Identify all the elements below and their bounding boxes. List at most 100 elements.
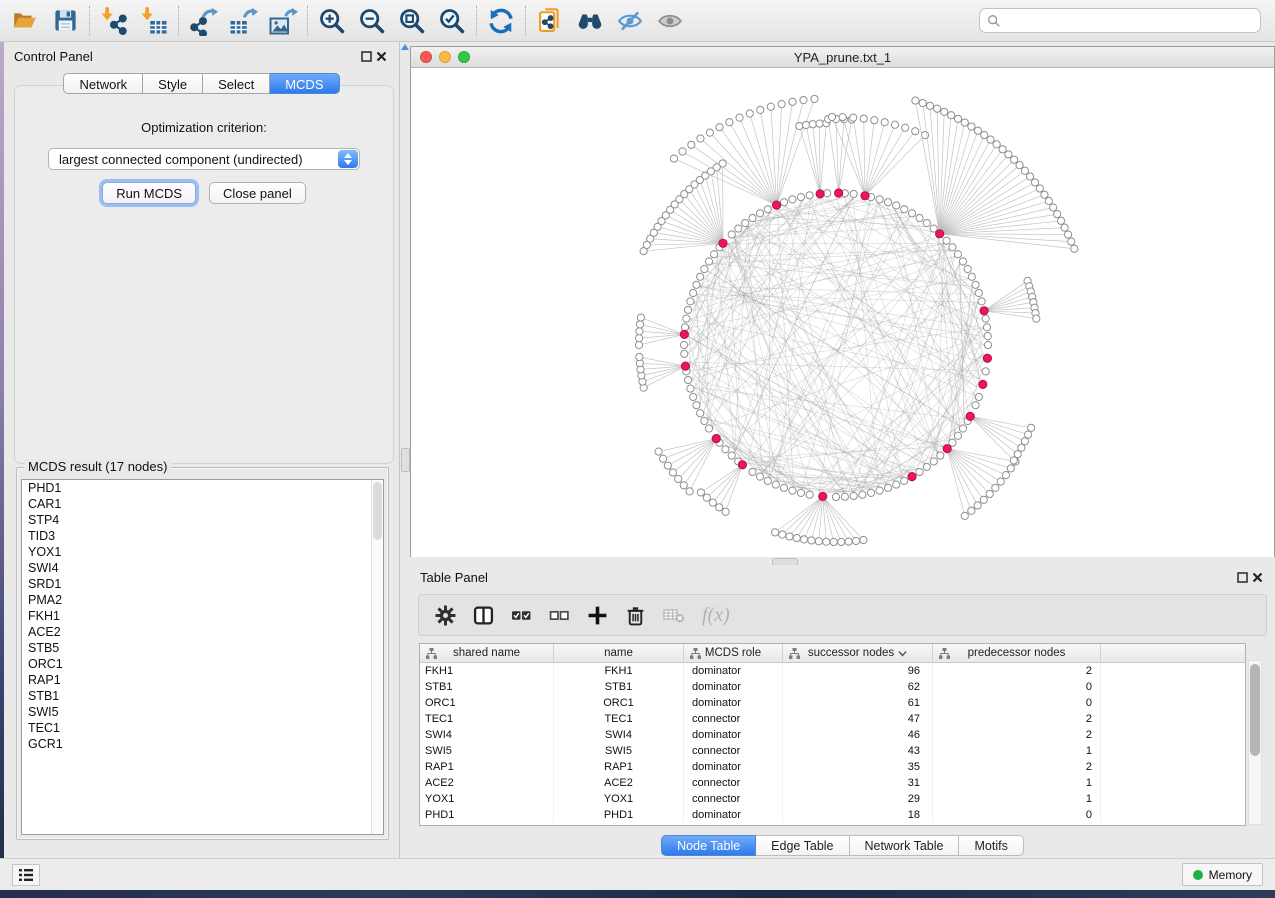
network-node[interactable] bbox=[1016, 162, 1023, 169]
column-header-predecessor-nodes[interactable]: predecessor nodes bbox=[933, 644, 1101, 662]
network-node[interactable] bbox=[735, 225, 742, 232]
table-row[interactable]: PHD1PHD1dominator180 bbox=[420, 807, 1245, 823]
network-node[interactable] bbox=[809, 121, 816, 128]
table-cell[interactable]: 0 bbox=[933, 695, 1101, 711]
table-cell[interactable]: FKH1 bbox=[420, 663, 554, 679]
table-row[interactable]: YOX1YOX1connector291 bbox=[420, 791, 1245, 807]
table-cell[interactable]: connector bbox=[684, 743, 783, 759]
show-column-button[interactable] bbox=[473, 605, 494, 626]
mcds-network-node[interactable] bbox=[908, 473, 916, 481]
network-node[interactable] bbox=[972, 402, 979, 409]
network-node[interactable] bbox=[742, 219, 749, 226]
column-header-shared-name[interactable]: shared name bbox=[420, 644, 554, 662]
export-image-button[interactable] bbox=[263, 3, 303, 39]
splitter-collapse-icon[interactable] bbox=[401, 44, 409, 50]
network-node[interactable] bbox=[830, 538, 837, 545]
network-node[interactable] bbox=[997, 478, 1004, 485]
network-node[interactable] bbox=[683, 315, 690, 322]
network-node[interactable] bbox=[789, 196, 796, 203]
network-node[interactable] bbox=[876, 487, 883, 494]
apply-layout-button[interactable] bbox=[481, 3, 521, 39]
table-cell[interactable]: 0 bbox=[933, 807, 1101, 823]
table-cell[interactable]: ORC1 bbox=[554, 695, 684, 711]
network-node[interactable] bbox=[908, 210, 915, 217]
table-cell[interactable]: 1 bbox=[933, 743, 1101, 759]
network-node[interactable] bbox=[1054, 210, 1061, 217]
mcds-result-item[interactable]: FKH1 bbox=[22, 608, 383, 624]
table-row[interactable]: RAP1RAP1dominator352 bbox=[420, 759, 1245, 775]
network-node[interactable] bbox=[891, 121, 898, 128]
table-settings-button[interactable] bbox=[435, 605, 456, 626]
network-node[interactable] bbox=[636, 335, 643, 342]
table-cell[interactable]: YOX1 bbox=[554, 791, 684, 807]
table-cell[interactable]: 1 bbox=[933, 775, 1101, 791]
table-row[interactable]: SWI5SWI5connector431 bbox=[420, 743, 1245, 759]
network-node[interactable] bbox=[636, 328, 643, 335]
network-node[interactable] bbox=[705, 425, 712, 432]
mcds-network-node[interactable] bbox=[773, 201, 781, 209]
network-node[interactable] bbox=[793, 534, 800, 541]
table-cell[interactable]: dominator bbox=[684, 695, 783, 711]
network-node[interactable] bbox=[1041, 191, 1048, 198]
network-node[interactable] bbox=[884, 484, 891, 491]
table-cell[interactable]: dominator bbox=[684, 679, 783, 695]
table-cell[interactable]: SWI4 bbox=[554, 727, 684, 743]
table-cell[interactable]: 46 bbox=[783, 727, 933, 743]
network-node[interactable] bbox=[926, 102, 933, 109]
column-header-name[interactable]: name bbox=[554, 644, 684, 662]
deselect-all-rows-button[interactable] bbox=[549, 605, 570, 626]
network-node[interactable] bbox=[954, 432, 961, 439]
network-node[interactable] bbox=[949, 244, 956, 251]
network-node[interactable] bbox=[697, 273, 704, 280]
network-node[interactable] bbox=[722, 508, 729, 515]
network-node[interactable] bbox=[749, 214, 756, 221]
network-node[interactable] bbox=[728, 452, 735, 459]
network-node[interactable] bbox=[839, 113, 846, 120]
network-node[interactable] bbox=[948, 112, 955, 119]
network-node[interactable] bbox=[841, 493, 848, 500]
select-all-rows-button[interactable] bbox=[511, 605, 532, 626]
zoom-fit-button[interactable] bbox=[392, 3, 432, 39]
zoom-out-button[interactable] bbox=[352, 3, 392, 39]
table-cell[interactable]: 96 bbox=[783, 663, 933, 679]
mcds-network-node[interactable] bbox=[966, 412, 974, 420]
network-node[interactable] bbox=[670, 155, 677, 162]
mcds-result-item[interactable]: STB5 bbox=[22, 640, 383, 656]
table-cell[interactable]: 47 bbox=[783, 711, 933, 727]
mcds-network-node[interactable] bbox=[819, 492, 827, 500]
network-node[interactable] bbox=[850, 492, 857, 499]
zoom-selected-button[interactable] bbox=[432, 3, 472, 39]
network-node[interactable] bbox=[999, 146, 1006, 153]
network-node[interactable] bbox=[806, 491, 813, 498]
network-node[interactable] bbox=[687, 385, 694, 392]
table-cell[interactable]: 2 bbox=[933, 663, 1101, 679]
network-node[interactable] bbox=[884, 199, 891, 206]
network-node[interactable] bbox=[921, 132, 928, 139]
share-document-button[interactable] bbox=[530, 3, 570, 39]
network-node[interactable] bbox=[664, 462, 671, 469]
table-cell[interactable]: 62 bbox=[783, 679, 933, 695]
network-node[interactable] bbox=[684, 306, 691, 313]
vertical-splitter[interactable] bbox=[400, 42, 410, 858]
network-node[interactable] bbox=[968, 273, 975, 280]
table-cell[interactable]: RAP1 bbox=[554, 759, 684, 775]
table-cell[interactable]: dominator bbox=[684, 663, 783, 679]
network-node[interactable] bbox=[852, 537, 859, 544]
network-node[interactable] bbox=[746, 110, 753, 117]
network-node[interactable] bbox=[901, 206, 908, 213]
column-header-successor-nodes[interactable]: successor nodes bbox=[783, 644, 933, 662]
network-node[interactable] bbox=[772, 481, 779, 488]
network-node[interactable] bbox=[675, 475, 682, 482]
network-node[interactable] bbox=[797, 193, 804, 200]
table-cell[interactable]: 0 bbox=[933, 679, 1101, 695]
table-panel-float-button[interactable] bbox=[1235, 570, 1250, 585]
mcds-network-node[interactable] bbox=[816, 190, 824, 198]
table-row[interactable]: FKH1FKH1dominator962 bbox=[420, 663, 1245, 679]
network-node[interactable] bbox=[923, 219, 930, 226]
network-node[interactable] bbox=[726, 119, 733, 126]
network-node[interactable] bbox=[749, 468, 756, 475]
table-cell[interactable]: 29 bbox=[783, 791, 933, 807]
import-network-button[interactable] bbox=[94, 3, 134, 39]
network-node[interactable] bbox=[706, 129, 713, 136]
network-node[interactable] bbox=[871, 117, 878, 124]
